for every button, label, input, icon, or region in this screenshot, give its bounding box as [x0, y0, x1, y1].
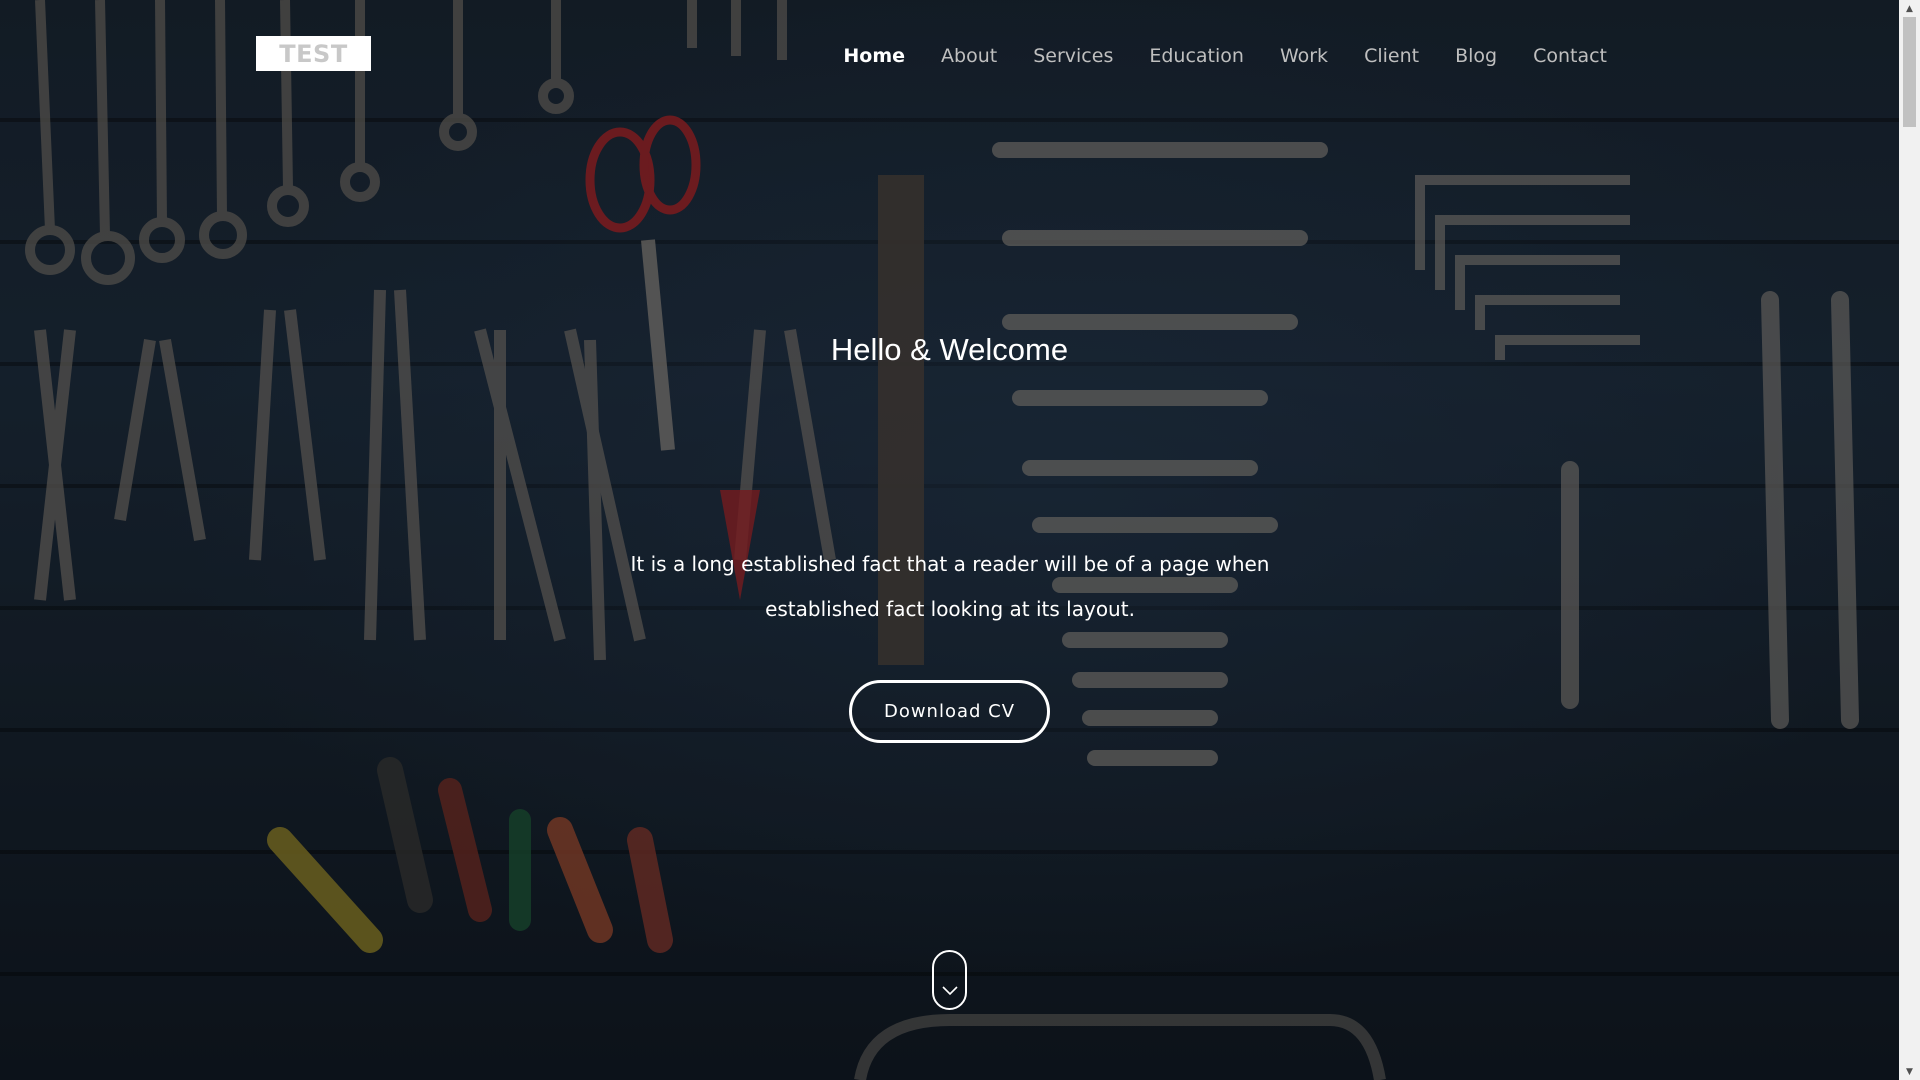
page: TEST Home About Services Education Work … [0, 0, 1920, 1080]
nav-home[interactable]: Home [825, 38, 923, 74]
nav-contact[interactable]: Contact [1515, 38, 1625, 74]
chevron-down-icon [941, 986, 958, 996]
hero-description: It is a long established fact that a rea… [620, 542, 1280, 632]
nav-education[interactable]: Education [1131, 38, 1262, 74]
nav-services[interactable]: Services [1015, 38, 1131, 74]
site-logo[interactable]: TEST [256, 36, 371, 71]
scroll-up-arrow-icon[interactable]: ▲ [1899, 0, 1920, 17]
nav-work[interactable]: Work [1262, 38, 1346, 74]
hero-description-line-2: established fact looking at its layout. [765, 597, 1135, 621]
hero-description-line-1: It is a long established fact that a rea… [630, 552, 1270, 576]
hero-title: Hello & Welcome [830, 332, 1069, 367]
scroll-down-arrow-icon[interactable]: ▼ [1899, 1063, 1920, 1080]
page-scrollbar[interactable]: ▲ ▼ [1899, 0, 1920, 1080]
nav-blog[interactable]: Blog [1437, 38, 1515, 74]
nav-about[interactable]: About [923, 38, 1015, 74]
scroll-down-button[interactable] [932, 950, 967, 1010]
nav-client[interactable]: Client [1346, 38, 1437, 74]
main-nav: Home About Services Education Work Clien… [825, 38, 1625, 74]
dark-overlay [0, 0, 1899, 1080]
download-cv-button[interactable]: Download CV [849, 680, 1050, 743]
scrollbar-thumb[interactable] [1903, 17, 1916, 127]
